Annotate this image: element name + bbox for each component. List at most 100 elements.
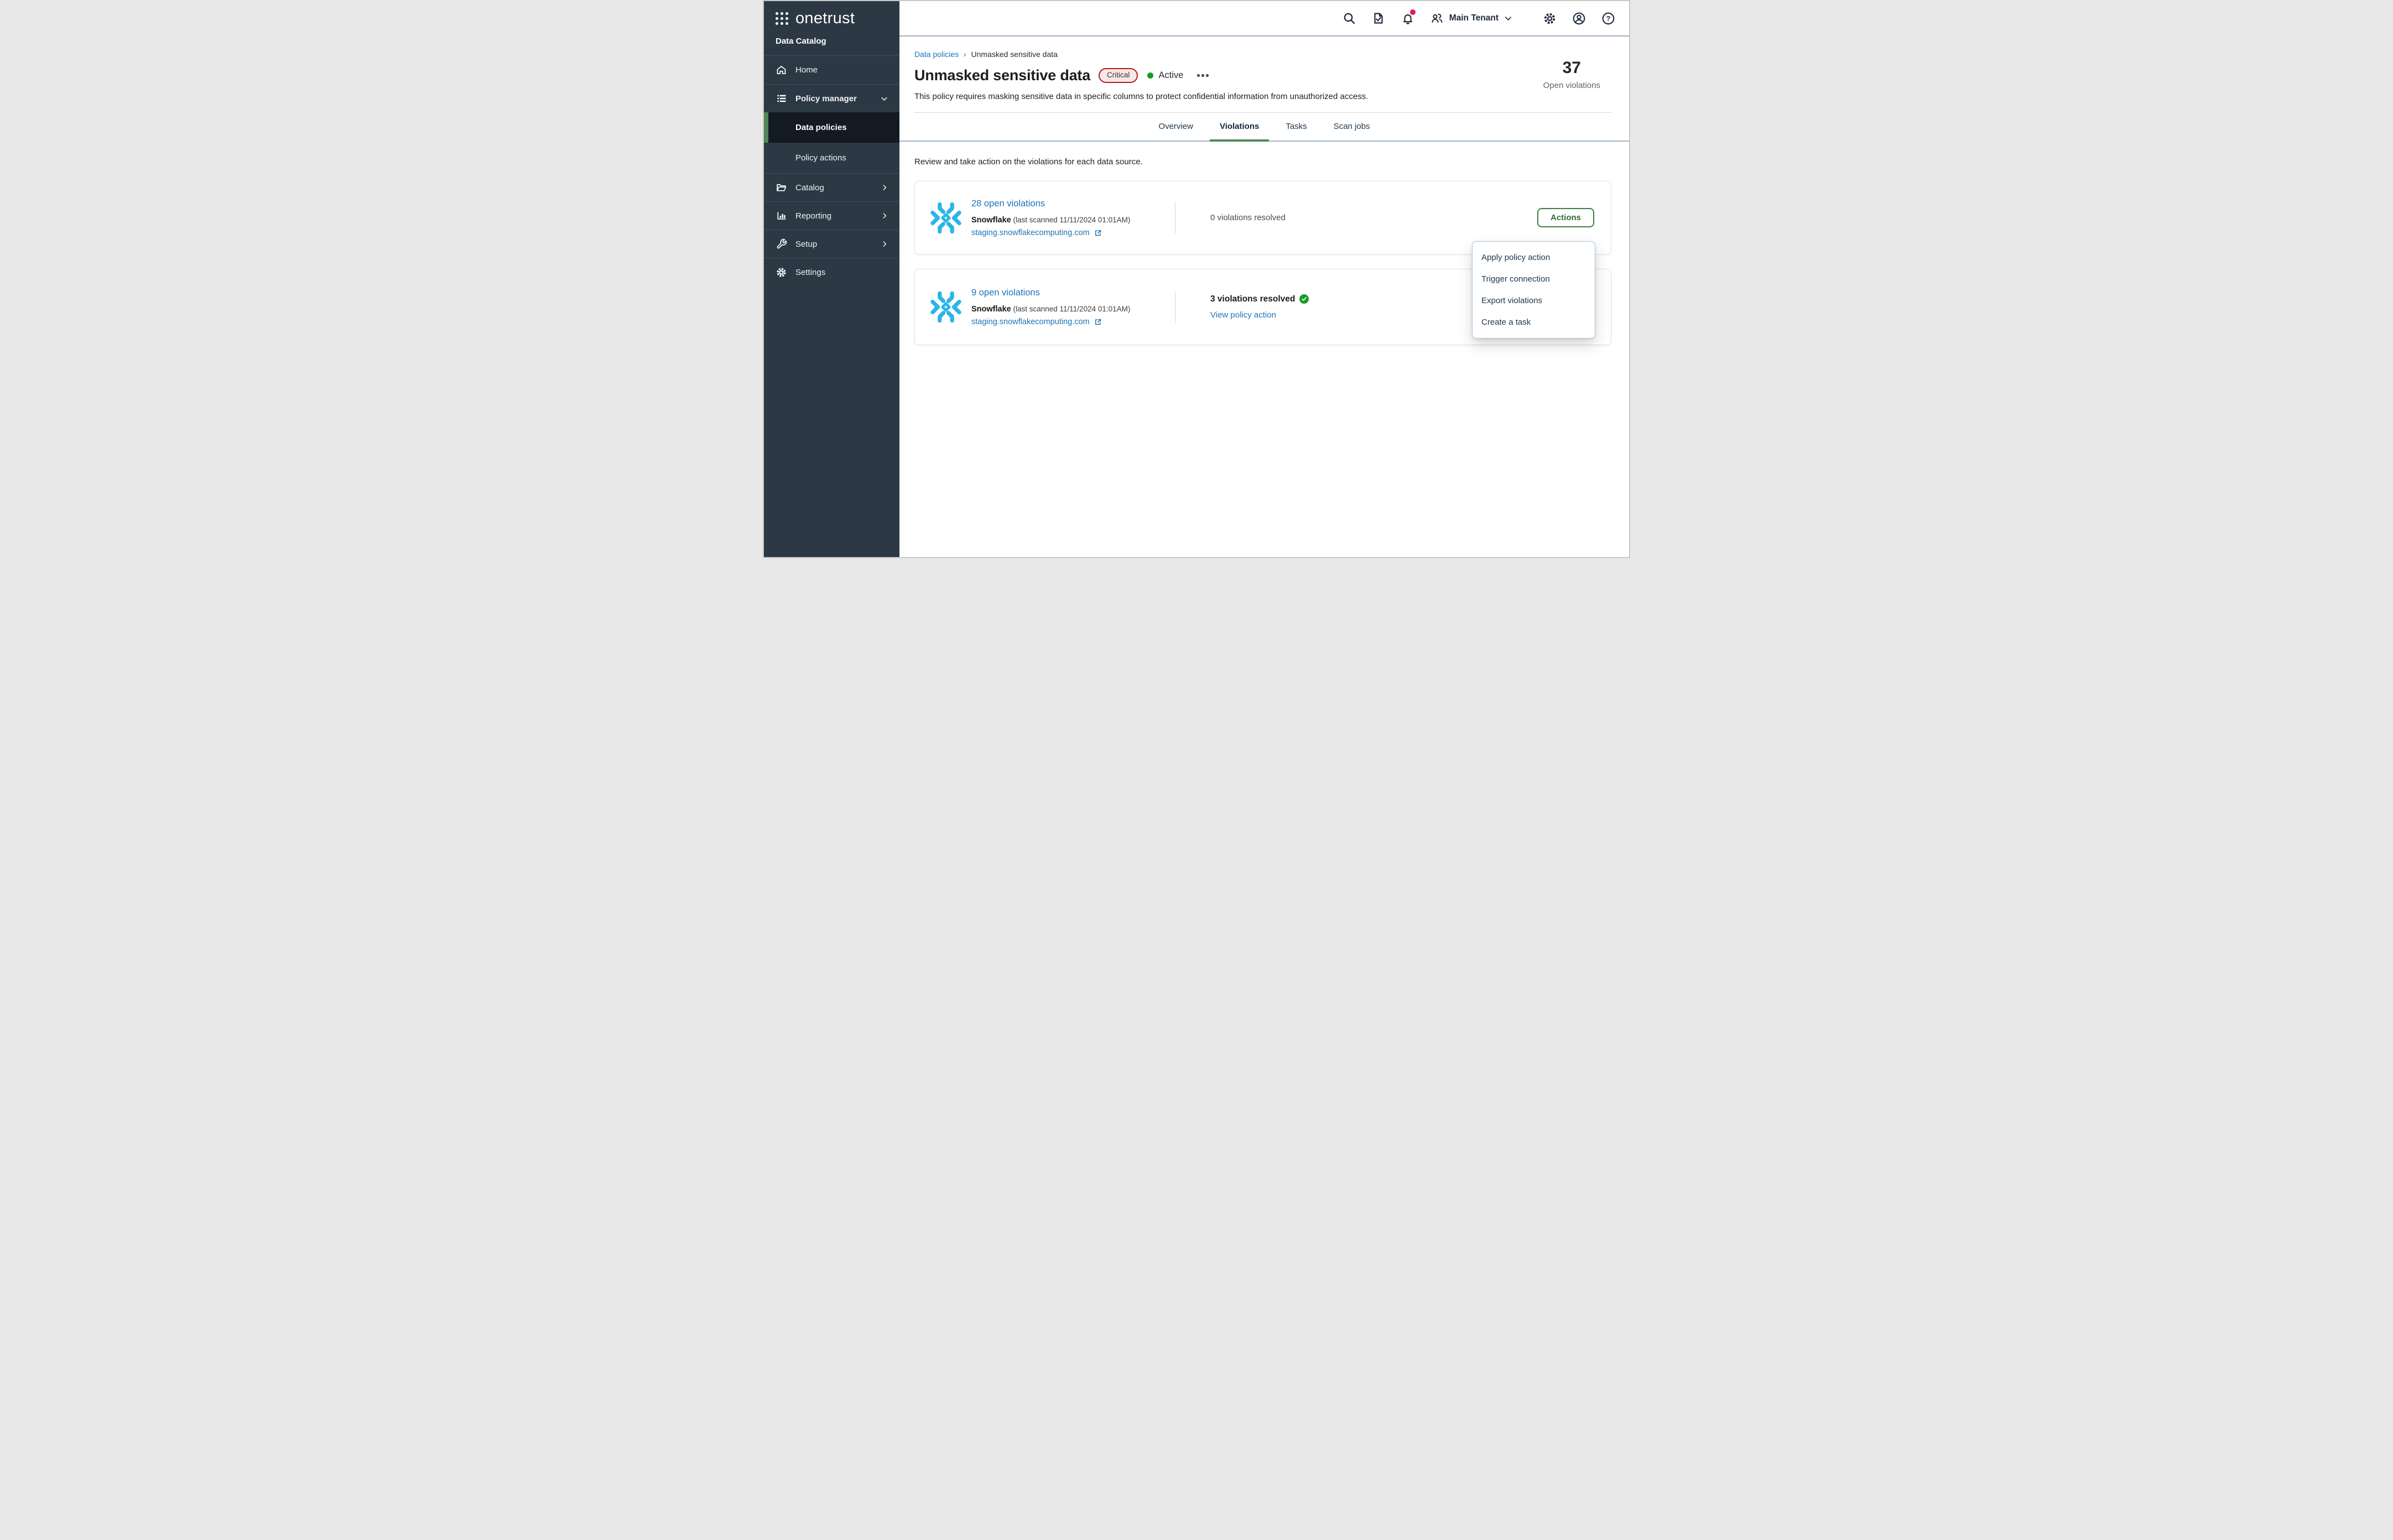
menu-item-create-a-task[interactable]: Create a task: [1473, 311, 1595, 333]
tab-overview[interactable]: Overview: [1148, 113, 1203, 142]
source-name: Snowflake: [971, 216, 1011, 225]
policy-description: This policy requires masking sensitive d…: [914, 92, 1412, 101]
breadcrumb: Data policies › Unmasked sensitive data: [914, 50, 1611, 59]
open-violations-link[interactable]: 28 open violations: [971, 199, 1045, 209]
page-title: Unmasked sensitive data: [914, 67, 1090, 84]
sidebar-item-label: Settings: [795, 268, 825, 277]
tenant-selector[interactable]: Main Tenant: [1430, 11, 1513, 25]
sidebar-item-label: Catalog: [795, 183, 824, 192]
notification-badge: [1410, 9, 1416, 15]
title-row: Unmasked sensitive data Critical Active: [914, 67, 1611, 84]
status-indicator: Active: [1147, 70, 1183, 81]
document-check-icon[interactable]: [1371, 11, 1386, 25]
sidebar: onetrust Data Catalog Home Policy manage…: [764, 1, 899, 557]
menu-item-export-violations[interactable]: Export violations: [1473, 290, 1595, 311]
bar-chart-icon: [776, 210, 787, 222]
notifications-bell-icon[interactable]: [1401, 11, 1415, 25]
sidebar-item-label: Home: [795, 65, 818, 75]
breadcrumb-separator-icon: ›: [964, 50, 966, 59]
status-label: Active: [1158, 70, 1183, 81]
folder-icon: [776, 182, 787, 194]
violations-intro: Review and take action on the violations…: [914, 157, 1611, 167]
settings-gear-icon[interactable]: [1542, 11, 1557, 25]
sidebar-item-label: Policy actions: [795, 153, 846, 163]
tab-bar: Overview Violations Tasks Scan jobs: [899, 113, 1629, 142]
user-account-icon[interactable]: [1572, 11, 1586, 25]
source-url-row: staging.snowflakecomputing.com: [971, 318, 1175, 326]
last-scanned: (last scanned 11/11/2024 01:01AM): [1013, 305, 1130, 313]
resolved-info: 0 violations resolved: [1210, 213, 1286, 223]
external-link-icon: [1094, 229, 1102, 237]
sidebar-item-home[interactable]: Home: [764, 56, 899, 84]
source-info: 28 open violations Snowflake (last scann…: [971, 199, 1175, 237]
check-circle-icon: [1299, 294, 1309, 304]
sidebar-item-catalog[interactable]: Catalog: [764, 173, 899, 201]
search-icon[interactable]: [1342, 11, 1356, 25]
chevron-right-icon: [881, 184, 888, 191]
open-violations-stat: 37 Open violations: [1543, 59, 1600, 90]
open-violations-link[interactable]: 9 open violations: [971, 288, 1040, 298]
actions-button[interactable]: Actions: [1537, 208, 1594, 227]
sidebar-item-data-policies[interactable]: Data policies: [764, 112, 899, 143]
users-icon: [1430, 11, 1444, 25]
sidebar-item-label: Data policies: [795, 123, 847, 132]
breadcrumb-current: Unmasked sensitive data: [971, 50, 1058, 59]
product-name: Data Catalog: [764, 32, 899, 55]
source-url-link[interactable]: staging.snowflakecomputing.com: [971, 318, 1090, 326]
menu-item-apply-policy-action[interactable]: Apply policy action: [1473, 247, 1595, 268]
tenant-name: Main Tenant: [1449, 13, 1499, 23]
breadcrumb-parent-link[interactable]: Data policies: [914, 50, 959, 59]
app-window: onetrust Data Catalog Home Policy manage…: [763, 0, 1630, 558]
sidebar-item-reporting[interactable]: Reporting: [764, 201, 899, 230]
tab-scan-jobs[interactable]: Scan jobs: [1324, 113, 1380, 142]
severity-badge: Critical: [1099, 68, 1138, 84]
resolved-text-row: 3 violations resolved: [1210, 294, 1309, 304]
list-icon: [776, 93, 787, 105]
sidebar-nav: Home Policy manager Data policies Policy…: [764, 55, 899, 286]
home-icon: [776, 64, 787, 76]
sidebar-item-label: Policy manager: [795, 94, 857, 103]
help-icon[interactable]: ?: [1601, 11, 1615, 25]
resolved-info: 3 violations resolved View policy action: [1210, 294, 1309, 320]
actions-dropdown-menu: Apply policy action Trigger connection E…: [1472, 241, 1595, 339]
chevron-right-icon: [881, 212, 888, 220]
sidebar-item-policy-manager[interactable]: Policy manager: [764, 84, 899, 112]
source-name: Snowflake: [971, 305, 1011, 314]
brand-logo: onetrust: [795, 11, 855, 27]
main-content: Data policies › Unmasked sensitive data …: [899, 37, 1629, 557]
chevron-down-icon: [1504, 14, 1513, 23]
source-url-link[interactable]: staging.snowflakecomputing.com: [971, 228, 1090, 237]
sidebar-item-policy-actions[interactable]: Policy actions: [764, 143, 899, 173]
stat-count: 37: [1543, 59, 1600, 77]
tab-tasks[interactable]: Tasks: [1276, 113, 1317, 142]
active-dot-icon: [1147, 72, 1153, 79]
header-divider: [914, 112, 1611, 113]
chevron-right-icon: [881, 240, 888, 248]
app-grid-icon[interactable]: [776, 12, 788, 25]
more-options-icon[interactable]: [1196, 71, 1210, 80]
source-info: 9 open violations Snowflake (last scanne…: [971, 288, 1175, 326]
gear-icon: [776, 267, 787, 278]
topbar: Main Tenant ?: [899, 1, 1629, 37]
source-url-row: staging.snowflakecomputing.com: [971, 228, 1175, 237]
resolved-text: 0 violations resolved: [1210, 213, 1286, 222]
sidebar-item-setup[interactable]: Setup: [764, 230, 899, 258]
chevron-down-icon: [880, 95, 888, 103]
sidebar-item-label: Reporting: [795, 211, 831, 221]
page-header: Data policies › Unmasked sensitive data …: [899, 37, 1629, 113]
snowflake-logo-icon: [930, 202, 961, 233]
sidebar-item-label: Setup: [795, 240, 817, 249]
tab-violations[interactable]: Violations: [1210, 113, 1269, 142]
svg-text:?: ?: [1606, 14, 1610, 22]
view-policy-action-link[interactable]: View policy action: [1210, 310, 1276, 320]
sidebar-item-settings[interactable]: Settings: [764, 258, 899, 286]
wrench-icon: [776, 238, 787, 250]
menu-item-trigger-connection[interactable]: Trigger connection: [1473, 268, 1595, 290]
last-scanned: (last scanned 11/11/2024 01:01AM): [1013, 216, 1130, 224]
source-line: Snowflake (last scanned 11/11/2024 01:01…: [971, 305, 1175, 314]
logo-row: onetrust: [764, 1, 899, 32]
source-line: Snowflake (last scanned 11/11/2024 01:01…: [971, 216, 1175, 225]
resolved-text: 3 violations resolved: [1210, 294, 1295, 304]
stat-label: Open violations: [1543, 81, 1600, 90]
snowflake-logo-icon: [930, 292, 961, 322]
